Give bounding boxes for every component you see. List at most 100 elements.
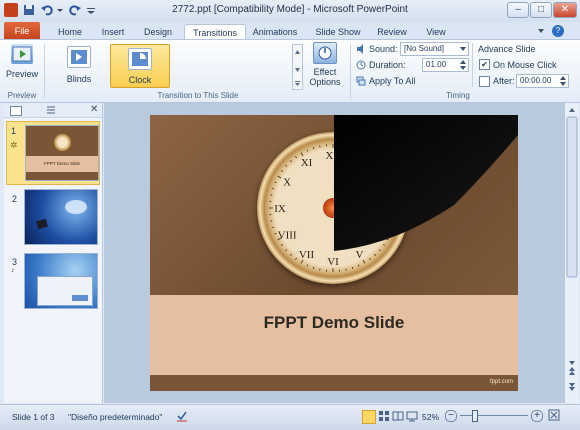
slide-number: 1 [11, 126, 16, 136]
clock-numeral: VIII [278, 230, 297, 242]
slide-canvas[interactable]: XIIIIIIIIIIIIVVIVIIVIIIIXXXI FPPT Demo S… [150, 115, 518, 391]
clock-tick [285, 249, 286, 250]
slide-info: Slide 1 of 3 [12, 412, 55, 422]
timing-divider [472, 43, 473, 87]
sound-icon [356, 44, 366, 54]
tab-animations[interactable]: Animations [247, 24, 303, 40]
transition-star-icon: ✲ [10, 140, 18, 151]
slide-number: 2 [12, 194, 17, 204]
clock-thumb-icon [54, 134, 71, 151]
clock-numeral: IX [274, 203, 286, 215]
thumb-title: FPPT Demo Slide [26, 156, 98, 172]
outline-tab-icon[interactable] [46, 105, 56, 115]
clock-numeral: VII [299, 249, 315, 261]
clock-tick [290, 254, 291, 255]
slides-tab-icon[interactable] [10, 106, 22, 116]
clock-numeral: XI [301, 157, 313, 169]
zoom-in-button[interactable]: + [531, 410, 543, 422]
preview-icon [11, 44, 33, 64]
duration-label: Duration: [369, 60, 406, 70]
transition-clock[interactable]: Clock [110, 44, 170, 88]
transition-blinds[interactable]: Blinds [56, 44, 102, 84]
group-label-preview: Preview [4, 91, 40, 100]
duration-input[interactable]: 01.00 [422, 58, 469, 72]
minimize-button[interactable]: – [507, 2, 529, 18]
tab-review[interactable]: Review [372, 24, 412, 40]
pane-tabs: ✕ [4, 103, 102, 118]
on-mouse-click-checkbox[interactable]: ✔ [479, 59, 490, 70]
clock-tick [278, 176, 281, 178]
slide-show-icon[interactable] [406, 410, 418, 422]
clock-tick [307, 150, 308, 152]
ribbon-tabs: Home Insert Design Transitions Animation… [0, 22, 580, 40]
slide-title[interactable]: FPPT Demo Slide [150, 313, 518, 333]
clock-tick [281, 244, 283, 245]
footer-band [150, 375, 518, 391]
close-button[interactable]: ✕ [553, 2, 577, 18]
close-pane-icon[interactable]: ✕ [90, 104, 98, 115]
zoom-out-button[interactable]: − [445, 410, 457, 422]
title-band [150, 295, 518, 375]
thumbnail-slide-2[interactable] [24, 189, 98, 245]
effect-options-button[interactable]: Effect Options [306, 42, 344, 90]
clock-wipe-overlay [334, 115, 518, 295]
sound-dropdown[interactable]: [No Sound] [400, 42, 469, 56]
tab-design[interactable]: Design [136, 24, 180, 40]
minimize-ribbon-icon[interactable] [536, 26, 546, 36]
slide-1-preview: FPPT Demo Slide [25, 125, 99, 181]
slide-watermark: fppt.com [490, 379, 513, 385]
title-bar: 2772.ppt [Compatibility Mode] - Microsof… [0, 0, 580, 23]
clock-tick [295, 156, 296, 158]
group-separator [44, 44, 45, 99]
clock-tick [281, 170, 283, 171]
slide-thumbnail-pane: ✕ 1 ✲ FPPT Demo Slide 2 3 ♪ [4, 103, 103, 403]
thumbnail-slide-3[interactable] [24, 253, 98, 309]
clock-tick [313, 147, 314, 149]
fit-to-window-icon[interactable] [548, 409, 560, 421]
slide-number: 3 [12, 257, 17, 267]
group-label-transition: Transition to This Slide [48, 91, 348, 100]
clock-transition-icon [128, 48, 152, 70]
slide-sorter-icon[interactable] [378, 410, 390, 422]
effect-options-icon [313, 42, 337, 64]
help-icon[interactable]: ? [552, 25, 564, 37]
gallery-scroll[interactable] [292, 44, 303, 90]
audio-indicator-icon: ♪ [11, 267, 15, 274]
theme-name: "Diseño predeterminado" [68, 412, 162, 422]
slide-2-cloud [65, 200, 87, 214]
thumbnail-slide-1[interactable]: 1 ✲ FPPT Demo Slide [6, 121, 100, 185]
clock-tick [285, 165, 286, 166]
clock-tick [301, 153, 303, 156]
clock-tick [272, 227, 274, 228]
zoom-slider-thumb[interactable] [472, 410, 478, 422]
after-time-input[interactable]: 00:00.00 [516, 74, 569, 88]
blinds-icon [67, 46, 91, 68]
clock-tick [290, 160, 291, 161]
vertical-scrollbar[interactable] [564, 103, 579, 403]
tab-file[interactable]: File [4, 22, 40, 40]
zoom-slider-track[interactable] [460, 415, 528, 416]
tab-insert[interactable]: Insert [92, 24, 134, 40]
apply-to-all-button[interactable]: Apply To All [369, 76, 415, 86]
ribbon: Preview Preview Blinds Clock Effect Opti… [0, 39, 580, 103]
sound-label: Sound: [369, 44, 398, 54]
clock-tick [307, 265, 308, 267]
tab-slide-show[interactable]: Slide Show [310, 24, 366, 40]
tab-home[interactable]: Home [50, 24, 90, 40]
after-label: After: [493, 76, 515, 86]
spell-check-icon[interactable] [176, 410, 188, 422]
clock-tick [295, 258, 296, 260]
slide-2-graphic [36, 219, 48, 229]
preview-button[interactable]: Preview [4, 44, 40, 84]
clock-tick [275, 233, 277, 234]
after-checkbox[interactable] [479, 76, 490, 87]
normal-view-icon[interactable] [362, 410, 376, 424]
clock-tick [275, 182, 277, 183]
reading-view-icon[interactable] [392, 410, 404, 422]
maximize-button[interactable]: □ [530, 2, 552, 18]
zoom-level[interactable]: 52% [422, 412, 439, 422]
slide-3-window [37, 276, 93, 306]
on-mouse-click-label: On Mouse Click [493, 60, 557, 70]
clock-tick [313, 267, 314, 269]
tab-view[interactable]: View [418, 24, 454, 40]
